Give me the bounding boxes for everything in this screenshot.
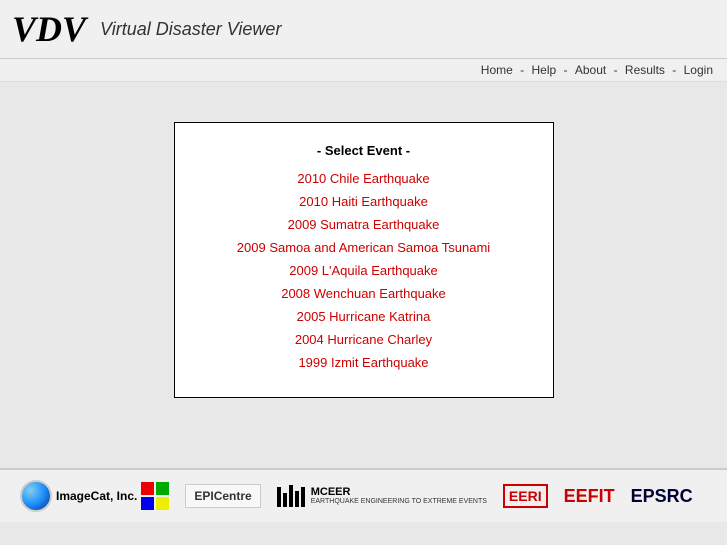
nav-home[interactable]: Home: [481, 63, 513, 77]
nav-sep-1: -: [520, 63, 527, 77]
logo-eeri: EERI: [503, 484, 548, 508]
list-item: 2005 Hurricane Katrina: [215, 308, 513, 326]
globe-icon: [20, 480, 52, 512]
mceer-title: MCEER: [311, 487, 487, 498]
list-item: 2009 Sumatra Earthquake: [215, 216, 513, 234]
event-list: 2010 Chile Earthquake 2010 Haiti Earthqua…: [215, 170, 513, 372]
spacer: [0, 418, 727, 448]
logo-subtitle: Virtual Disaster Viewer: [100, 19, 281, 40]
mceer-bar-1: [277, 487, 281, 507]
epicentre-text: EPICentre: [194, 489, 251, 503]
event-select-box: - Select Event - 2010 Chile Earthquake20…: [174, 122, 554, 398]
navbar: Home - Help - About - Results - Login: [0, 59, 727, 82]
list-item: 1999 Izmit Earthquake: [215, 354, 513, 372]
windows-icon: [141, 482, 169, 510]
event-link-1[interactable]: 2010 Chile Earthquake: [297, 171, 429, 186]
logo-imagecat: ImageCat, Inc.: [20, 480, 169, 512]
partner-logos: ImageCat, Inc. EPICentre MCEER: [20, 480, 693, 512]
event-link-4[interactable]: 2009 Samoa and American Samoa Tsunami: [237, 240, 490, 255]
event-link-5[interactable]: 2009 L'Aquila Earthquake: [289, 263, 437, 278]
event-link-8[interactable]: 2004 Hurricane Charley: [295, 332, 432, 347]
event-link-2[interactable]: 2010 Haiti Earthquake: [299, 194, 428, 209]
event-select-title: - Select Event -: [215, 143, 513, 158]
logo-vdv: VDV: [12, 8, 86, 50]
event-link-7[interactable]: 2005 Hurricane Katrina: [297, 309, 431, 324]
logo-epicentre: EPICentre: [185, 484, 260, 508]
win-yellow: [156, 497, 169, 510]
mceer-bar-3: [289, 485, 293, 507]
list-item: 2008 Wenchuan Earthquake: [215, 285, 513, 303]
win-red: [141, 482, 154, 495]
imagecat-text: ImageCat, Inc.: [56, 489, 137, 503]
mceer-text-block: MCEER EARTHQUAKE ENGINEERING TO EXTREME …: [311, 487, 487, 505]
win-green: [156, 482, 169, 495]
event-link-9[interactable]: 1999 Izmit Earthquake: [298, 355, 428, 370]
list-item: 2010 Chile Earthquake: [215, 170, 513, 188]
mceer-bar-4: [295, 491, 299, 507]
eeri-text: EERI: [509, 488, 542, 504]
nav-about[interactable]: About: [575, 63, 606, 77]
nav-sep-3: -: [614, 63, 621, 77]
nav-results[interactable]: Results: [625, 63, 665, 77]
list-item: 2004 Hurricane Charley: [215, 331, 513, 349]
logo-epsrc: EPSRC: [631, 486, 693, 507]
nav-sep-2: -: [564, 63, 571, 77]
win-blue: [141, 497, 154, 510]
mceer-subtitle: EARTHQUAKE ENGINEERING TO EXTREME EVENTS: [311, 498, 487, 505]
main-content: - Select Event - 2010 Chile Earthquake20…: [0, 82, 727, 418]
logo-eefit: EEFIT: [564, 486, 615, 507]
event-link-6[interactable]: 2008 Wenchuan Earthquake: [281, 286, 446, 301]
mceer-bar-2: [283, 493, 287, 507]
list-item: 2009 L'Aquila Earthquake: [215, 262, 513, 280]
mceer-bar-5: [301, 487, 305, 507]
event-link-3[interactable]: 2009 Sumatra Earthquake: [288, 217, 440, 232]
list-item: 2009 Samoa and American Samoa Tsunami: [215, 239, 513, 257]
mceer-bars-icon: [277, 485, 305, 507]
header: VDV Virtual Disaster Viewer: [0, 0, 727, 59]
list-item: 2010 Haiti Earthquake: [215, 193, 513, 211]
logo-mceer: MCEER EARTHQUAKE ENGINEERING TO EXTREME …: [277, 485, 487, 507]
nav-login[interactable]: Login: [684, 63, 713, 77]
footer: ImageCat, Inc. EPICentre MCEER: [0, 468, 727, 522]
nav-help[interactable]: Help: [532, 63, 557, 77]
nav-sep-4: -: [672, 63, 679, 77]
